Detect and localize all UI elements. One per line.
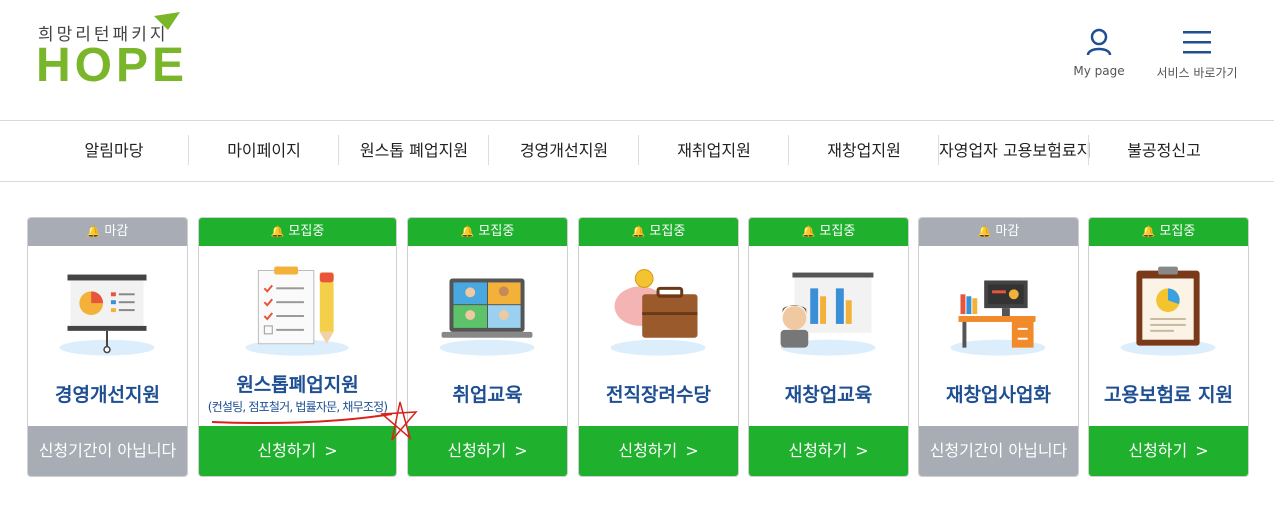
apply-button-disabled: 신청기간이 아닙니다 <box>28 426 187 476</box>
office-desk-icon <box>950 280 1046 356</box>
program-card: 🔔 모집중 전직장려수당 신청하기 > <box>578 217 739 477</box>
apply-button-label: 신청하기 <box>618 441 678 460</box>
mypage-link[interactable]: My page <box>1068 28 1130 78</box>
card-title: 원스톱폐업지원 <box>236 374 359 396</box>
piggy-bank-briefcase-icon <box>610 269 706 356</box>
bell-icon: 🔔 <box>270 225 285 238</box>
apply-button-label: 신청하기 <box>788 441 848 460</box>
nav-item-reemployment[interactable]: 재취업지원 <box>639 121 789 181</box>
bell-icon: 🔔 <box>1141 225 1156 238</box>
logo-flag-icon <box>154 12 180 30</box>
apply-button-label: 신청하기 <box>447 441 507 460</box>
card-title: 재창업교육 <box>784 384 873 406</box>
status-label: 마감 <box>995 224 1020 239</box>
card-subtitle: (컨설팅, 점포철거, 법률자문, 채무조정) <box>207 400 388 414</box>
clipboard-report-icon <box>1120 266 1216 356</box>
status-badge: 🔔 마감 <box>919 218 1078 246</box>
status-label: 마감 <box>104 224 129 239</box>
hamburger-menu-icon <box>1183 31 1211 54</box>
card-title: 경영개선지원 <box>55 384 160 406</box>
presenter-chart-icon <box>780 272 876 356</box>
status-badge: 🔔 모집중 <box>1089 218 1248 246</box>
program-card: 🔔 모집중 고용보험료 지원 신청하기 > <box>1088 217 1249 477</box>
apply-button-label: 신청하기 <box>1128 441 1188 460</box>
checklist-pencil-icon <box>245 266 349 356</box>
status-label: 모집중 <box>288 224 325 239</box>
main-nav: 알림마당 마이페이지 원스톱 폐업지원 경영개선지원 재취업지원 재창업지원 자… <box>0 120 1274 182</box>
user-icon <box>1086 28 1112 56</box>
mypage-label: My page <box>1073 64 1125 78</box>
program-card: 🔔 모집중 원스톱폐업지원 (컨설팅, 점포철거, 법률자문, 채무조정) 신청하… <box>198 217 397 477</box>
status-badge: 🔔 모집중 <box>749 218 908 246</box>
logo-wordmark: HOPE <box>36 39 189 92</box>
status-label: 모집중 <box>1159 224 1196 239</box>
nav-item-unfair-report[interactable]: 불공정신고 <box>1089 121 1239 181</box>
status-badge: 🔔 모집중 <box>199 218 396 246</box>
bell-icon: 🔔 <box>977 225 992 238</box>
chevron-right-icon: > <box>324 441 338 460</box>
card-title: 재창업사업화 <box>946 384 1051 406</box>
card-title: 고용보험료 지원 <box>1104 384 1233 406</box>
status-label: 모집중 <box>649 224 686 239</box>
status-badge: 🔔 마감 <box>28 218 187 246</box>
program-card: 🔔 마감 경영개선지원 신청기간이 아닙니다 <box>27 217 188 477</box>
chevron-right-icon: > <box>855 441 869 460</box>
presentation-board-icon <box>59 274 155 356</box>
status-label: 모집중 <box>478 224 515 239</box>
site-header: 희망리턴패키지 HOPE My page 서비스 바로가기 <box>0 0 1274 120</box>
apply-button[interactable]: 신청하기 > <box>1089 426 1248 476</box>
card-title: 취업교육 <box>452 384 523 406</box>
chevron-right-icon: > <box>685 441 699 460</box>
status-badge: 🔔 모집중 <box>408 218 567 246</box>
service-menu-button[interactable]: 서비스 바로가기 <box>1152 28 1242 81</box>
program-card: 🔔 마감 재창업사업화 신청기간이 아닙니다 <box>918 217 1079 477</box>
nav-item-notice[interactable]: 알림마당 <box>39 121 189 181</box>
nav-item-management-improvement[interactable]: 경영개선지원 <box>489 121 639 181</box>
program-card: 🔔 모집중 재창업교육 신청하기 > <box>748 217 909 477</box>
hope-logo[interactable]: 희망리턴패키지 HOPE <box>36 12 186 92</box>
bell-icon: 🔔 <box>86 225 101 238</box>
apply-button-label: 신청하기 <box>257 441 317 460</box>
nav-item-insurance-support[interactable]: 자영업자 고용보험료지 <box>939 121 1091 181</box>
chevron-right-icon: > <box>1195 441 1209 460</box>
apply-button[interactable]: 신청하기 > <box>408 426 567 476</box>
status-badge: 🔔 모집중 <box>579 218 738 246</box>
nav-item-closure-support[interactable]: 원스톱 폐업지원 <box>339 121 489 181</box>
apply-button[interactable]: 신청하기 > <box>199 426 396 476</box>
apply-button-disabled: 신청기간이 아닙니다 <box>919 426 1078 476</box>
card-title: 전직장려수당 <box>606 384 711 406</box>
chevron-right-icon: > <box>514 441 528 460</box>
nav-item-restartup[interactable]: 재창업지원 <box>789 121 939 181</box>
program-card: 🔔 모집중 취업교육 신청하기 > <box>407 217 568 477</box>
video-meeting-laptop-icon <box>439 278 535 356</box>
bell-icon: 🔔 <box>801 225 816 238</box>
apply-button[interactable]: 신청하기 > <box>749 426 908 476</box>
service-menu-label: 서비스 바로가기 <box>1156 66 1238 80</box>
apply-button[interactable]: 신청하기 > <box>579 426 738 476</box>
bell-icon: 🔔 <box>460 225 475 238</box>
status-label: 모집중 <box>819 224 856 239</box>
nav-item-mypage[interactable]: 마이페이지 <box>189 121 339 181</box>
bell-icon: 🔔 <box>631 225 646 238</box>
